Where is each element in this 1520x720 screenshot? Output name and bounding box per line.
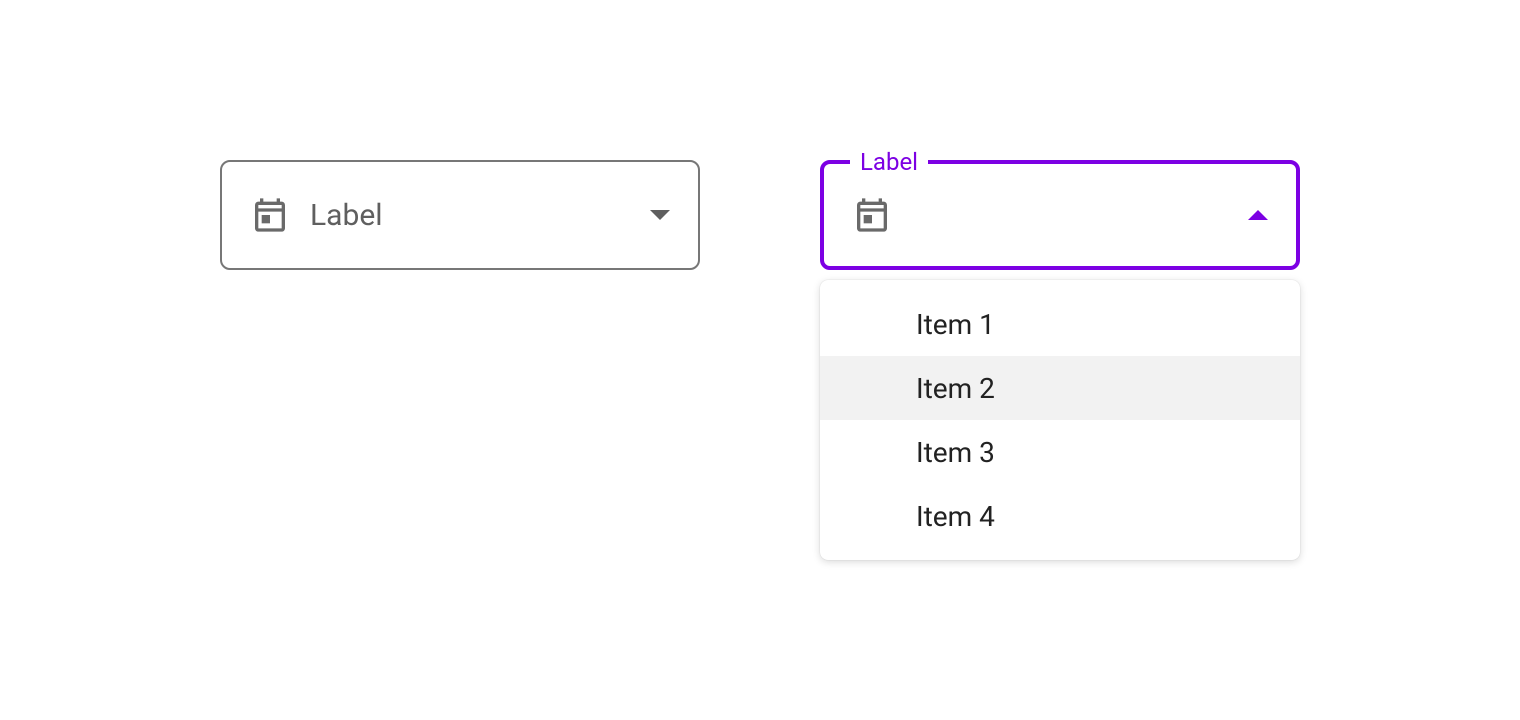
menu-item[interactable]: Item 3 <box>820 420 1300 484</box>
menu-item-label: Item 3 <box>916 436 995 469</box>
chevron-up-icon <box>1248 210 1268 220</box>
chevron-down-icon <box>650 210 670 220</box>
select-closed[interactable]: Label <box>220 160 700 270</box>
menu-item-label: Item 1 <box>916 308 995 341</box>
menu-item-label: Item 4 <box>916 500 995 533</box>
select-open[interactable]: Label <box>820 160 1300 270</box>
calendar-icon <box>852 195 892 235</box>
calendar-icon <box>250 195 290 235</box>
menu-item[interactable]: Item 2 <box>820 356 1300 420</box>
select-menu: Item 1 Item 2 Item 3 Item 4 <box>820 280 1300 560</box>
select-floating-label: Label <box>850 148 928 176</box>
select-label: Label <box>310 198 650 233</box>
menu-item[interactable]: Item 1 <box>820 292 1300 356</box>
menu-item-label: Item 2 <box>916 372 995 405</box>
menu-item[interactable]: Item 4 <box>820 484 1300 548</box>
